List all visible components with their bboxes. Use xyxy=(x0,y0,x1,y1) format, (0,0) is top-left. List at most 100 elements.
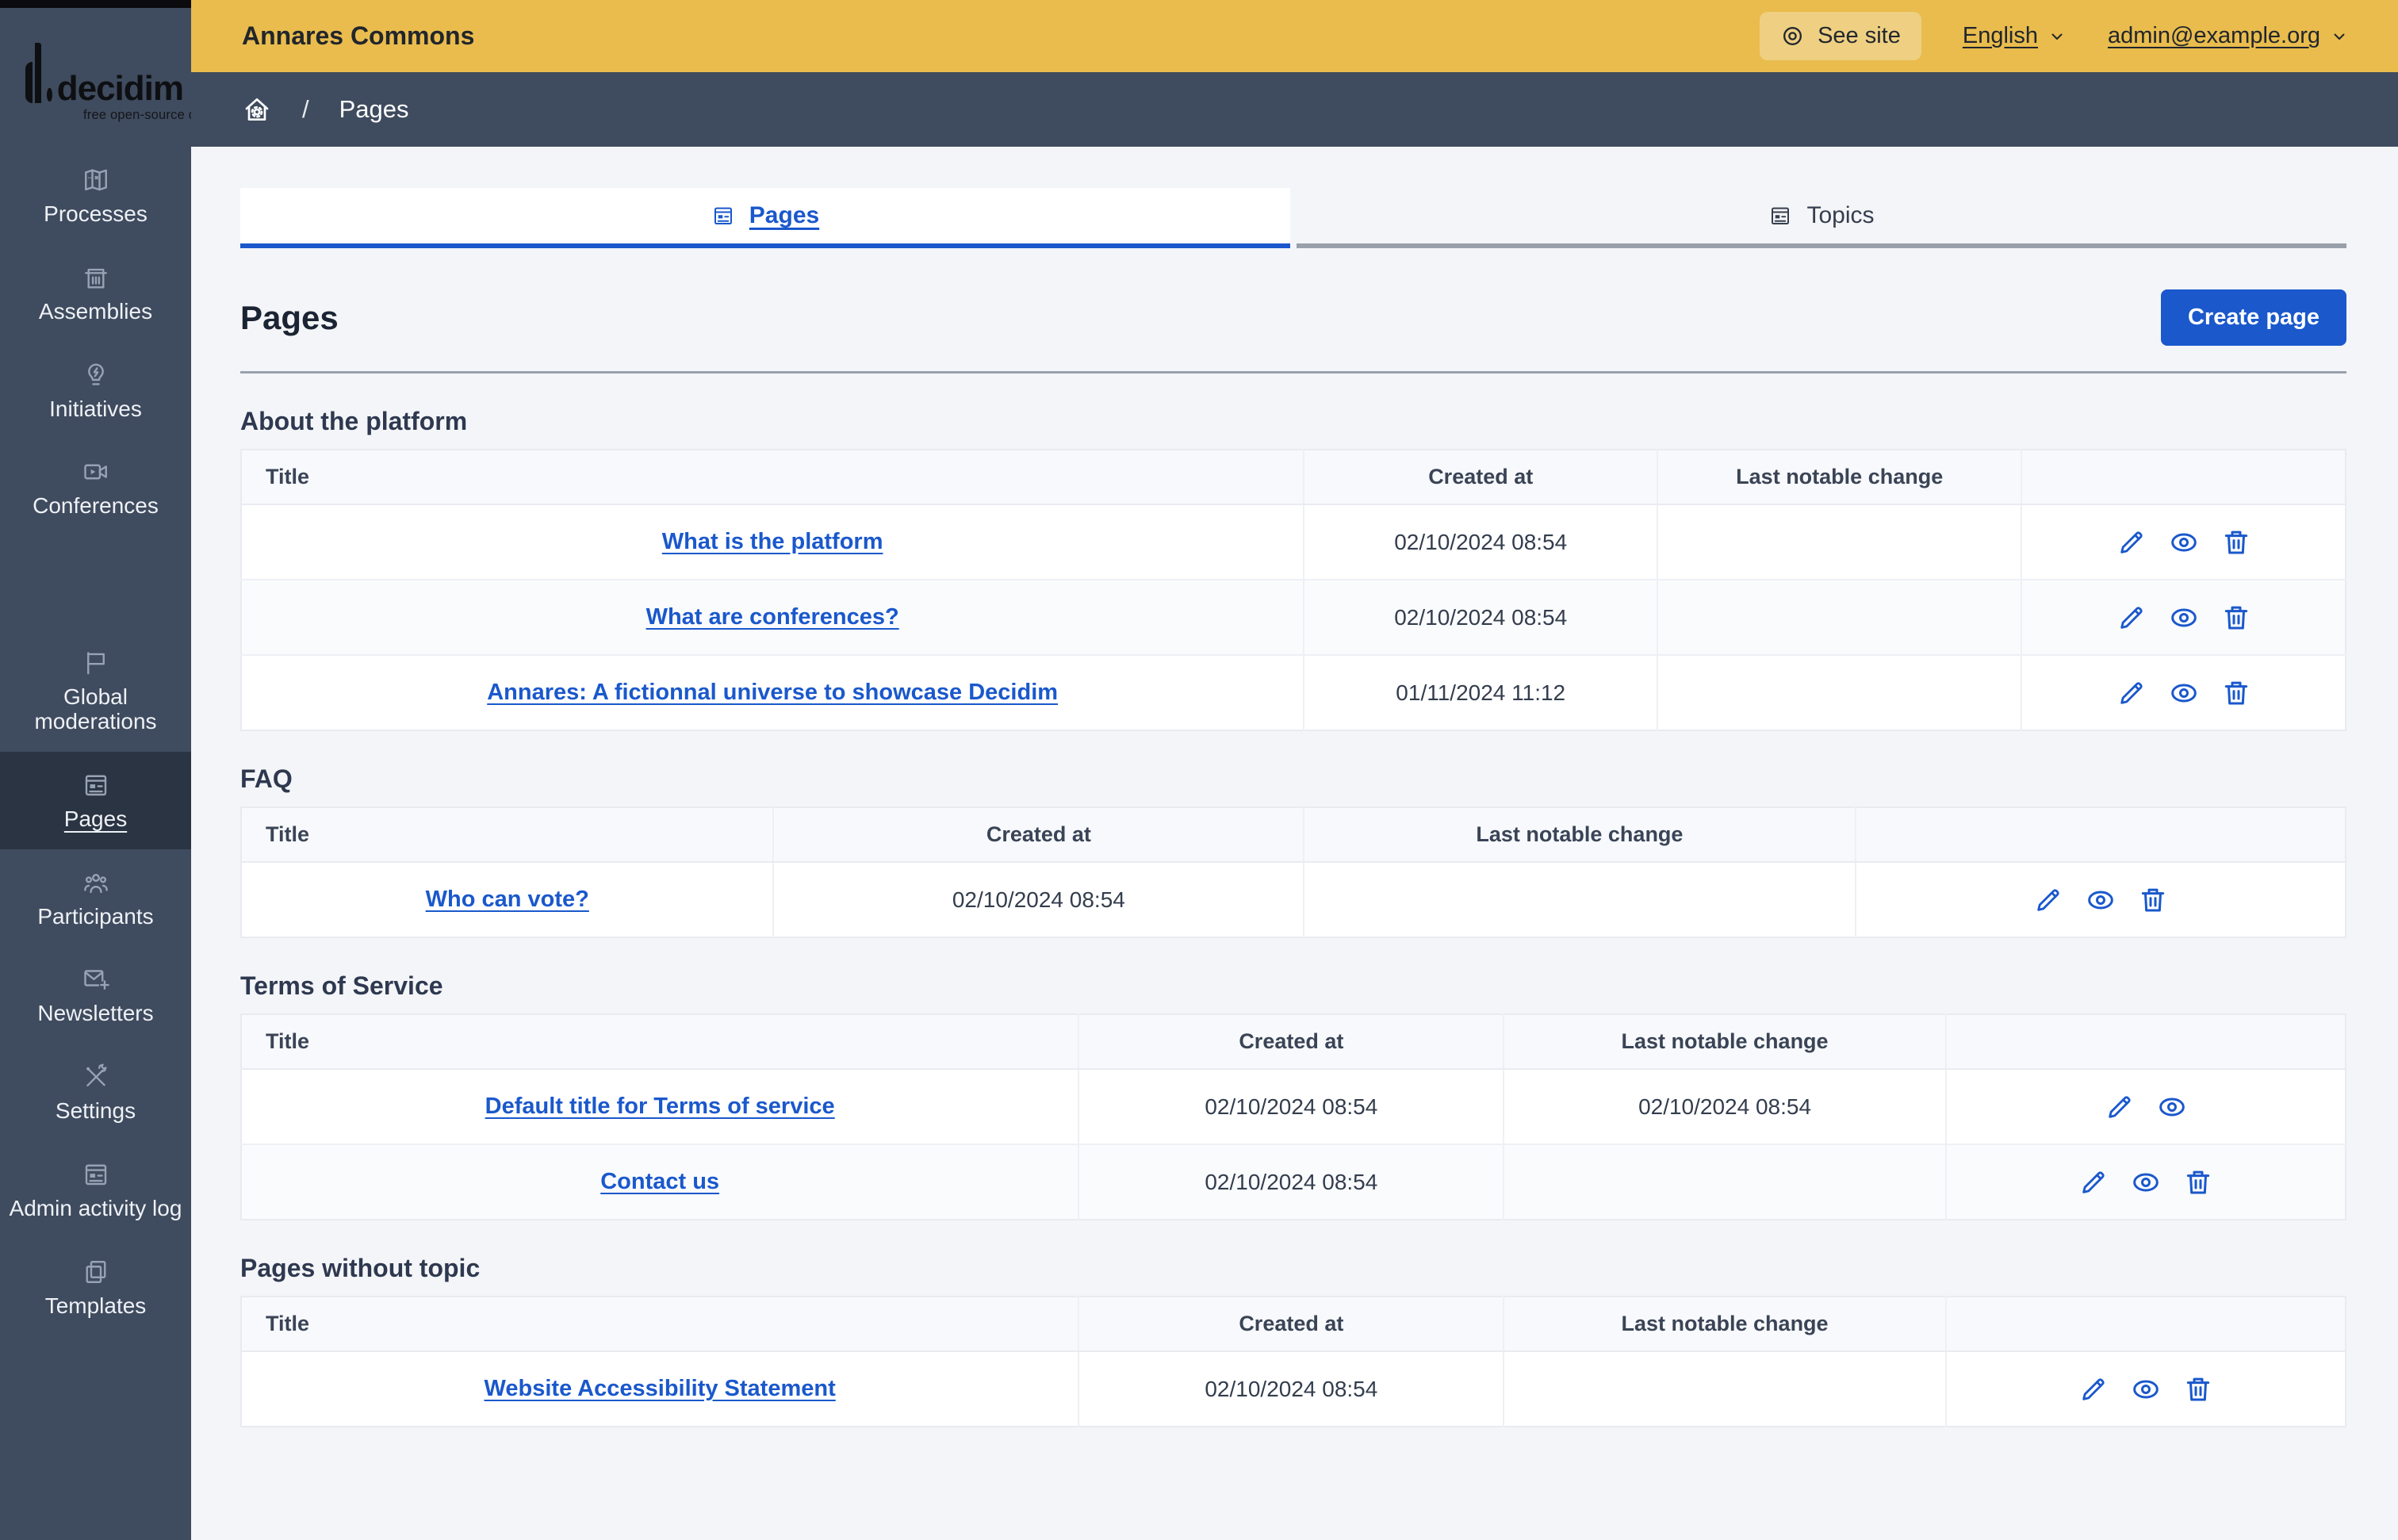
page-link[interactable]: Annares: A fictionnal universe to showca… xyxy=(487,680,1058,705)
sidebar-item-initiatives[interactable]: Initiatives xyxy=(0,342,191,439)
column-header-last-notable-change: Last notable change xyxy=(1303,807,1856,863)
article-window-icon xyxy=(82,771,110,799)
edit-button[interactable] xyxy=(2116,677,2147,709)
page-link[interactable]: Who can vote? xyxy=(426,887,589,912)
page-link[interactable]: What are conferences? xyxy=(646,604,899,630)
created-at-cell: 02/10/2024 08:54 xyxy=(1078,1069,1504,1145)
last-notable-change-cell xyxy=(1657,655,2022,730)
page-link[interactable]: What is the platform xyxy=(662,529,883,554)
table-row: What is the platform 02/10/2024 08:54 xyxy=(241,504,2346,580)
preview-button[interactable] xyxy=(2130,1166,2162,1198)
main-column: Annares Commons See site English admin@e… xyxy=(191,0,2398,1540)
table-header-row: Title Created at Last notable change xyxy=(241,807,2346,863)
edit-button[interactable] xyxy=(2032,884,2064,916)
preview-button[interactable] xyxy=(2130,1373,2162,1405)
treasure-map-icon xyxy=(82,166,110,194)
sidebar-item-settings[interactable]: Settings xyxy=(0,1044,191,1141)
table-row: Website Accessibility Statement 02/10/20… xyxy=(241,1351,2346,1427)
video-camera-icon xyxy=(82,458,110,486)
edit-button[interactable] xyxy=(2116,602,2147,634)
page-link[interactable]: Contact us xyxy=(600,1169,719,1194)
last-notable-change-cell xyxy=(1503,1351,1946,1427)
pages-table-without-topic: Title Created at Last notable change Web… xyxy=(240,1296,2346,1427)
pages-table-faq: Title Created at Last notable change Who… xyxy=(240,806,2346,938)
page-title: Pages xyxy=(240,298,339,336)
delete-button[interactable] xyxy=(2182,1166,2214,1198)
column-header-created-at: Created at xyxy=(1078,1297,1504,1352)
sidebar-item-templates[interactable]: Templates xyxy=(0,1239,191,1336)
edit-button[interactable] xyxy=(2078,1166,2109,1198)
sidebar-item-processes[interactable]: Processes xyxy=(0,147,191,244)
column-header-created-at: Created at xyxy=(1078,1014,1504,1070)
tab-topics[interactable]: Topics xyxy=(1297,188,2346,248)
column-header-actions xyxy=(1944,1014,2346,1070)
breadcrumb-separator: / xyxy=(302,95,309,123)
created-at-cell: 02/10/2024 08:54 xyxy=(1303,504,1658,580)
file-copy-icon xyxy=(82,1258,110,1286)
tools-icon xyxy=(82,1063,110,1091)
last-notable-change-cell xyxy=(1657,580,2022,656)
page-header: Pages Create page xyxy=(240,289,2346,346)
preview-button[interactable] xyxy=(2168,602,2200,634)
delete-button[interactable] xyxy=(2220,527,2252,558)
last-notable-change-cell xyxy=(1503,1144,1946,1220)
created-at-cell: 01/11/2024 11:12 xyxy=(1303,655,1658,730)
sidebar-item-conferences[interactable]: Conferences xyxy=(0,439,191,536)
preview-button[interactable] xyxy=(2085,884,2116,916)
column-header-title: Title xyxy=(241,807,774,863)
topbar-actions: See site English admin@example.org xyxy=(1760,12,2349,60)
delete-button[interactable] xyxy=(2182,1373,2214,1405)
sidebar-top-strip xyxy=(0,0,191,8)
logo-glyph-dot xyxy=(47,88,52,102)
sidebar: decidim free open-source democracy Proce… xyxy=(0,0,254,1540)
delete-button[interactable] xyxy=(2220,677,2252,709)
created-at-cell: 02/10/2024 08:54 xyxy=(1078,1144,1504,1220)
logo-glyph-ascender xyxy=(35,43,42,103)
column-header-title: Title xyxy=(241,450,1304,505)
sidebar-item-admin-activity-log[interactable]: Admin activity log xyxy=(0,1141,191,1239)
sidebar-item-global-moderations[interactable]: Global moderations xyxy=(0,630,191,752)
edit-button[interactable] xyxy=(2116,527,2147,558)
column-header-last-notable-change: Last notable change xyxy=(1503,1014,1946,1070)
logo-wordmark: decidim xyxy=(56,68,184,108)
sidebar-item-newsletters[interactable]: Newsletters xyxy=(0,946,191,1044)
page-link[interactable]: Default title for Terms of service xyxy=(485,1094,835,1119)
preview-button[interactable] xyxy=(2156,1091,2188,1123)
logo-glyph-bowl xyxy=(25,62,33,103)
sidebar-item-participants[interactable]: Participants xyxy=(0,849,191,947)
table-row: What are conferences? 02/10/2024 08:54 xyxy=(241,580,2346,656)
decidim-admin-app: decidim free open-source democracy Proce… xyxy=(0,0,2398,1540)
sidebar-item-assemblies[interactable]: Assemblies xyxy=(0,244,191,342)
column-header-last-notable-change: Last notable change xyxy=(1657,450,2022,505)
user-account-menu[interactable]: admin@example.org xyxy=(2108,23,2349,49)
column-header-actions xyxy=(2021,450,2346,505)
delete-button[interactable] xyxy=(2137,884,2169,916)
preview-button[interactable] xyxy=(2168,527,2200,558)
article-window-icon xyxy=(82,1160,110,1189)
edit-button[interactable] xyxy=(2078,1373,2109,1405)
create-page-button[interactable]: Create page xyxy=(2160,289,2346,346)
flag-icon xyxy=(82,649,110,677)
sidebar-item-pages[interactable]: Pages xyxy=(0,751,191,849)
table-row: Default title for Terms of service 02/10… xyxy=(241,1069,2346,1145)
decidim-logo[interactable]: decidim free open-source democracy xyxy=(0,8,254,147)
column-header-actions xyxy=(1944,1297,2346,1352)
page-link[interactable]: Website Accessibility Statement xyxy=(485,1376,836,1401)
edit-button[interactable] xyxy=(2104,1091,2136,1123)
mail-add-icon xyxy=(82,965,110,994)
organization-name: Annares Commons xyxy=(242,21,475,50)
article-window-icon xyxy=(711,204,735,228)
preview-button[interactable] xyxy=(2168,677,2200,709)
tab-pages[interactable]: Pages xyxy=(240,188,1290,248)
people-group-icon xyxy=(82,868,110,897)
language-selector[interactable]: English xyxy=(1963,23,2067,49)
home-gear-icon[interactable] xyxy=(242,94,272,125)
delete-button[interactable] xyxy=(2220,602,2252,634)
section-title-terms-of-service: Terms of Service xyxy=(240,971,443,1000)
column-header-created-at: Created at xyxy=(1303,450,1658,505)
table-row: Who can vote? 02/10/2024 08:54 xyxy=(241,862,2346,937)
column-header-last-notable-change: Last notable change xyxy=(1503,1297,1946,1352)
see-site-button[interactable]: See site xyxy=(1760,12,1921,60)
pages-table-terms-of-service: Title Created at Last notable change Def… xyxy=(240,1013,2346,1220)
sidebar-menu-primary: Processes Assemblies Initiatives Confere… xyxy=(0,147,191,536)
